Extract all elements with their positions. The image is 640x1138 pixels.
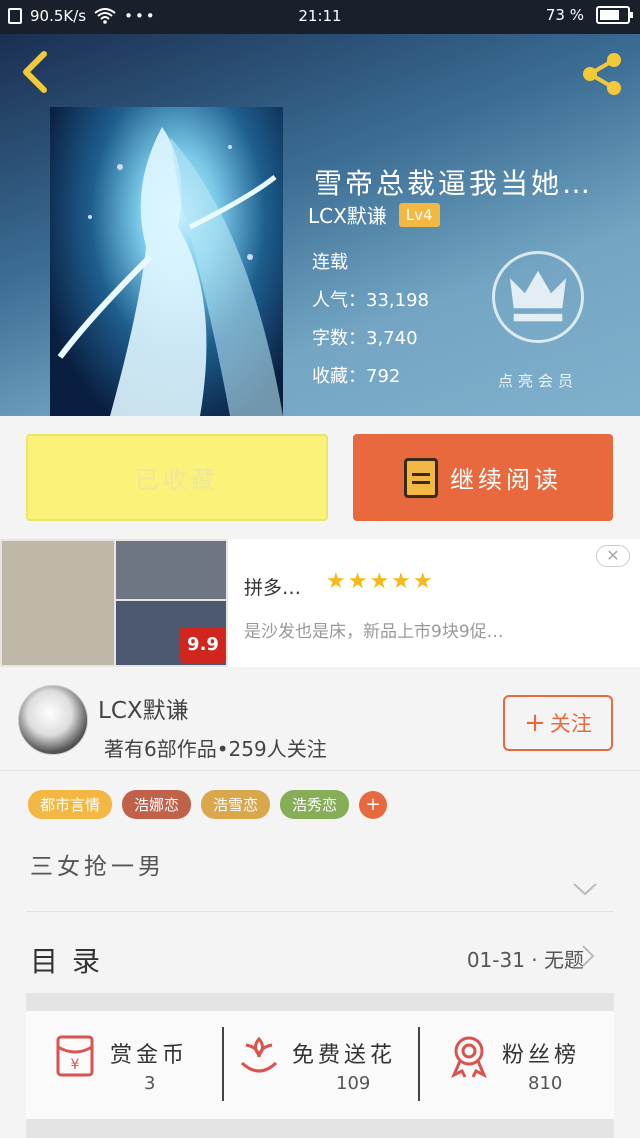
follow-button[interactable]: + 关注 — [503, 695, 613, 751]
add-tag-button[interactable]: + — [359, 790, 388, 819]
book-title: 雪帝总裁逼我当她… — [314, 167, 594, 200]
vip-label: 点亮会员 — [498, 372, 579, 390]
serial-status: 连载 — [312, 252, 348, 273]
continue-reading-button[interactable]: 继续阅读 — [353, 434, 613, 521]
reward-fan-ranking[interactable]: 粉丝榜 810 — [420, 1011, 614, 1119]
catalog-label[interactable]: 目录 — [30, 940, 114, 980]
popularity-stat: 人气：33,198 — [312, 286, 429, 312]
ad-banner[interactable]: 9.9 拼多… ★★★★★ 是沙发也是床，新品上市9块9促… ✕ — [0, 539, 640, 667]
follow-label: 关注 — [549, 712, 592, 736]
ad-rating-stars: ★★★★★ — [326, 569, 435, 594]
tag-item[interactable]: 都市言情 — [28, 790, 113, 819]
reward-coins[interactable]: ¥ 赏金币 3 — [26, 1011, 222, 1119]
section-separator — [26, 1119, 614, 1138]
reward-label: 免费送花 — [292, 1043, 397, 1068]
divider — [0, 770, 640, 771]
favorites-value: 792 — [366, 366, 401, 387]
flower-icon — [240, 1036, 278, 1073]
back-arrow-icon[interactable] — [18, 50, 52, 94]
clock: 21:11 — [298, 7, 342, 25]
tag-item[interactable]: 浩秀恋 — [280, 790, 350, 819]
reward-flowers[interactable]: 免费送花 109 — [224, 1011, 418, 1119]
medal-icon — [451, 1036, 487, 1079]
chevron-right-icon[interactable] — [580, 944, 596, 968]
favorites-stat: 收藏：792 — [312, 362, 400, 388]
collected-label: 已收藏 — [135, 466, 219, 494]
share-icon[interactable] — [578, 50, 626, 98]
battery-icon — [596, 6, 633, 24]
popularity-label: 人气： — [312, 290, 366, 311]
book-summary: 三女抢一男 — [30, 854, 165, 880]
plus-icon: + — [524, 708, 546, 738]
reward-count: 109 — [336, 1073, 371, 1094]
author-section-name[interactable]: LCX默谦 — [98, 691, 189, 725]
ad-description: 是沙发也是床，新品上市9块9促… — [244, 622, 504, 642]
book-icon — [404, 457, 438, 498]
section-separator — [26, 993, 614, 1011]
crown-icon — [509, 270, 567, 322]
author-row: LCX默谦 Lv4 — [308, 200, 440, 229]
tag-list: 都市言情 浩娜恋 浩雪恋 浩秀恋 + — [28, 790, 388, 819]
tag-item[interactable]: 浩雪恋 — [201, 790, 271, 819]
words-label: 字数： — [312, 328, 366, 349]
level-badge: Lv4 — [398, 202, 440, 227]
ad-price-badge: 9.9 — [180, 627, 226, 663]
tag-item[interactable]: 浩娜恋 — [122, 790, 192, 819]
ad-image[interactable]: 9.9 — [0, 539, 228, 667]
chevron-down-icon[interactable] — [572, 881, 598, 897]
latest-chapter[interactable]: 01-31 · 无题 — [467, 944, 584, 973]
author-name[interactable]: LCX默谦 — [308, 200, 387, 229]
vip-button[interactable] — [492, 251, 584, 343]
words-stat: 字数：3,740 — [312, 324, 418, 350]
reward-row: ¥ 赏金币 3 免费送花 109 粉丝榜 810 — [26, 1011, 614, 1119]
reward-count: 810 — [528, 1073, 563, 1094]
divider — [26, 911, 614, 912]
continue-reading-label: 继续阅读 — [450, 466, 562, 494]
popularity-value: 33,198 — [366, 290, 429, 311]
svg-text:¥: ¥ — [71, 1057, 80, 1073]
ad-title: 拼多… — [244, 577, 302, 599]
words-value: 3,740 — [366, 328, 418, 349]
red-envelope-icon: ¥ — [56, 1035, 94, 1077]
reward-count: 3 — [144, 1073, 156, 1094]
collected-button[interactable]: 已收藏 — [26, 434, 328, 521]
book-header: 雪帝总裁逼我当她… LCX默谦 Lv4 连载 人气：33,198 字数：3,74… — [0, 34, 640, 416]
reward-label: 赏金币 — [110, 1043, 189, 1068]
avatar[interactable] — [18, 685, 88, 755]
reward-label: 粉丝榜 — [502, 1043, 581, 1068]
author-section: LCX默谦 著有6部作品•259人关注 + 关注 — [0, 677, 640, 767]
battery-percent: 73 % — [545, 6, 584, 24]
book-cover[interactable] — [50, 107, 283, 416]
status-bar: 90.5K/s ••• 21:11 73 % — [0, 0, 640, 34]
ad-close-button[interactable]: ✕ — [596, 545, 630, 567]
cover-illustration — [57, 127, 283, 416]
author-works-info: 著有6部作品•259人关注 — [104, 737, 327, 761]
favorites-label: 收藏： — [312, 366, 366, 387]
